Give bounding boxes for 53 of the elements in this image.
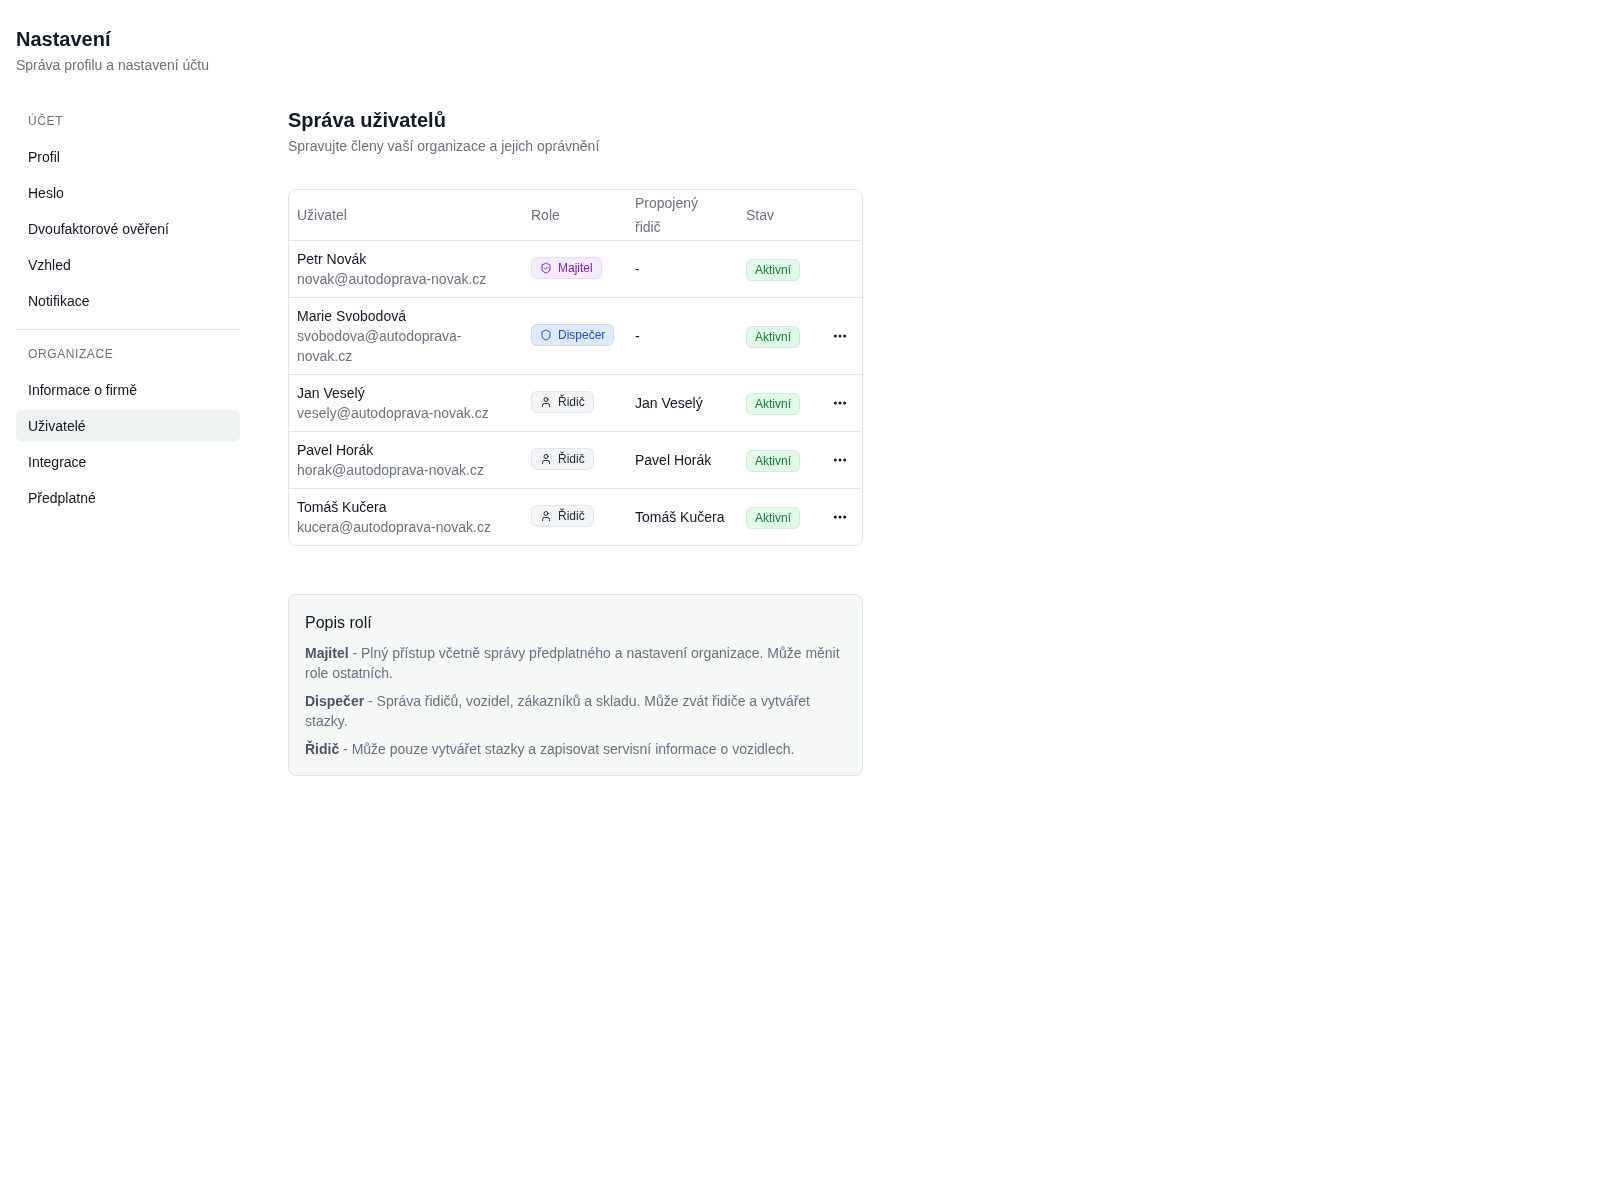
role-name: Řidič bbox=[558, 394, 585, 410]
role-description: Dispečer - Správa řidičů, vozidel, zákazníků a skladu. Může zvát řidiče a vytvářet stazky. bbox=[305, 692, 811, 731]
linked-driver: - bbox=[635, 328, 640, 344]
status-badge: Aktivní bbox=[746, 450, 800, 472]
status-badge: Aktivní bbox=[746, 259, 800, 281]
page-subtitle: Správa profilu a nastavení účtu bbox=[16, 56, 209, 75]
panel-title: Popis rolí bbox=[305, 613, 372, 633]
user-icon bbox=[540, 453, 552, 465]
linked-driver: - bbox=[635, 261, 640, 277]
status-badge: Aktivní bbox=[746, 326, 800, 348]
sidebar-item[interactable]: Notifikace bbox=[16, 285, 240, 317]
column-header: Propojený řidič bbox=[635, 195, 699, 235]
section-subtitle: Spravujte členy vaší organizace a jejich oprávnění bbox=[288, 137, 600, 156]
user-name: Marie Svobodová bbox=[297, 307, 406, 326]
section-title: Správa uživatelů bbox=[288, 108, 446, 133]
user-name: Petr Novák bbox=[297, 250, 367, 269]
section-label: ÚČET bbox=[27, 113, 65, 129]
role-name: Majitel bbox=[558, 260, 593, 276]
linked-driver: Jan Veselý bbox=[635, 395, 703, 411]
column-header: Uživatel bbox=[297, 207, 347, 223]
sidebar-item[interactable]: Vzhled bbox=[16, 249, 240, 281]
role-name: Řidič bbox=[558, 508, 585, 524]
role-description: Majitel - Plný přístup včetně správy předplatného a nastavení organizace. Může měnit role ostatních. bbox=[305, 644, 841, 683]
sidebar-item[interactable]: Uživatelé bbox=[16, 410, 240, 442]
sidebar-item[interactable]: Předplatné bbox=[16, 482, 240, 514]
user-name: Pavel Horák bbox=[297, 441, 374, 460]
linked-driver: Pavel Horák bbox=[635, 452, 712, 468]
sidebar-item[interactable]: Informace o firmě bbox=[16, 374, 240, 406]
page-title: Nastavení bbox=[16, 27, 111, 52]
role-name: Řidič bbox=[558, 451, 585, 467]
sidebar-item[interactable]: Dvoufaktorové ověření bbox=[16, 213, 240, 245]
sidebar-item[interactable]: Integrace bbox=[16, 446, 240, 478]
user-icon bbox=[540, 396, 552, 408]
section-label: ORGANIZACE bbox=[27, 346, 115, 362]
column-header: Role bbox=[531, 207, 560, 223]
user-email: vesely@autodoprava-novak.cz bbox=[297, 404, 490, 423]
status-badge: Aktivní bbox=[746, 507, 800, 529]
user-email: novak@autodoprava-novak.cz bbox=[297, 270, 488, 289]
status-badge: Aktivní bbox=[746, 393, 800, 415]
sidebar-item[interactable]: Heslo bbox=[16, 177, 240, 209]
shield-check-icon bbox=[540, 262, 552, 274]
user-email: horak@autodoprava-novak.cz bbox=[297, 461, 485, 480]
linked-driver: Tomáš Kučera bbox=[635, 509, 725, 525]
user-name: Tomáš Kučera bbox=[297, 498, 387, 517]
user-email: svobodova@autodoprava-novak.cz bbox=[297, 327, 463, 366]
sidebar-item[interactable]: Profil bbox=[16, 141, 240, 173]
shield-icon bbox=[540, 329, 552, 341]
user-email: kucera@autodoprava-novak.cz bbox=[297, 518, 492, 537]
role-description: Řidič - Může pouze vytvářet stazky a zapisovat servisní informace o vozidlech. bbox=[305, 739, 796, 759]
user-icon bbox=[540, 510, 552, 522]
role-name: Dispečer bbox=[558, 327, 606, 343]
user-name: Jan Veselý bbox=[297, 384, 365, 403]
column-header: Stav bbox=[746, 207, 774, 223]
